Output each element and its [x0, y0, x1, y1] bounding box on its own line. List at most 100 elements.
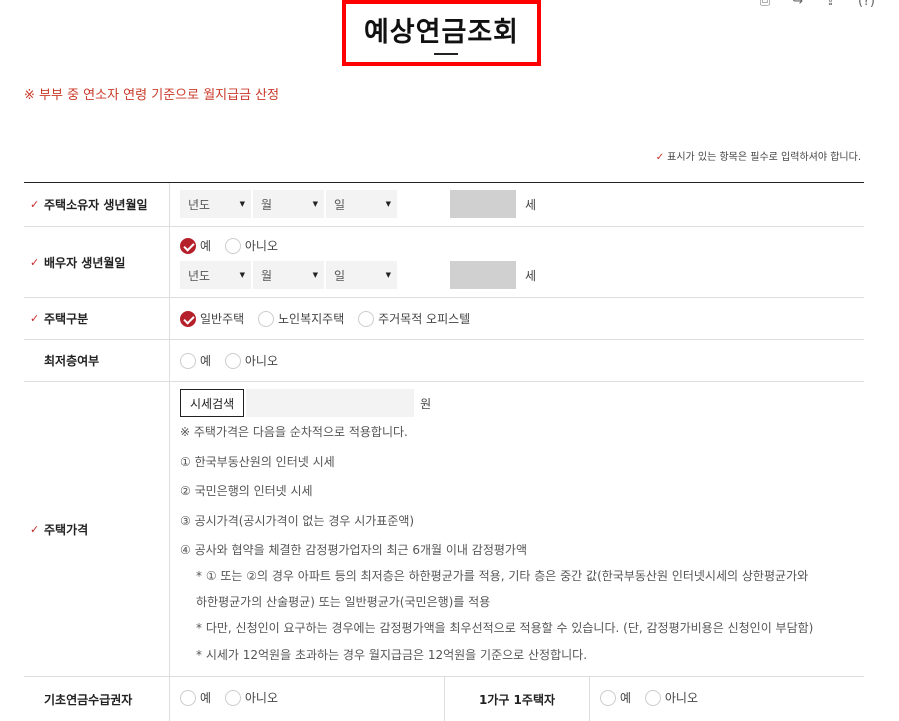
required-check-icon: ✓ [30, 198, 40, 211]
spouse-yes-label: 예 [200, 239, 212, 253]
price-intro: ※ 주택가격은 다음을 순차적으로 적용합니다. [180, 425, 408, 439]
row-spouse-birth: ✓ 배우자 생년월일 예 아니오 년도 ▼ 월 ▼ 일 ▼ 세 [24, 227, 864, 298]
check-mark-icon: ✓ [655, 152, 665, 163]
required-note: ✓ 표시가 있는 항목은 필수로 입력하셔야 합니다. [656, 148, 861, 163]
house-price-label: ✓ 주택가격 [24, 382, 170, 676]
row-lowest-floor: 최저층여부 예 아니오 [24, 340, 864, 382]
basic-pension-yes-radio[interactable]: 예 [180, 689, 211, 706]
radio-checked-icon [180, 237, 196, 254]
radio-empty-icon [600, 689, 616, 706]
price-note-1-cont: 하한평균가의 산술평균) 또는 일반평균가(국민은행)를 적용 [196, 595, 491, 609]
radio-empty-icon [258, 310, 274, 327]
row-house-price: ✓ 주택가격 시세검색 원 ※ 주택가격은 다음을 순차적으로 적용합니다. ① … [24, 382, 864, 677]
spouse-yes-radio[interactable]: 예 [180, 237, 211, 254]
house-type-general-radio[interactable]: 일반주택 [180, 310, 244, 327]
spouse-year-select[interactable]: 년도 ▼ [180, 261, 251, 289]
triangle-down-icon: ▼ [312, 271, 318, 279]
basic-pension-label: 기초연금수급권자 [24, 677, 170, 721]
price-search-button[interactable]: 시세검색 [180, 389, 245, 417]
lowest-floor-value: 예 아니오 [170, 340, 864, 381]
row-pension-single-house: 기초연금수급권자 예 아니오 1가구 1주택자 예 아니오 [24, 677, 864, 721]
radio-checked-icon [180, 310, 196, 327]
price-item-4: ④ 공사와 협약을 체결한 감정평가업자의 최근 6개월 이내 감정평가액 [180, 543, 527, 557]
house-price-label-text: 주택가격 [44, 522, 89, 537]
spouse-birth-value: 예 아니오 년도 ▼ 월 ▼ 일 ▼ 세 [170, 227, 864, 297]
single-house-yes-radio[interactable]: 예 [600, 689, 631, 706]
owner-day-select[interactable]: 일 ▼ [326, 190, 397, 218]
spouse-day-select[interactable]: 일 ▼ [326, 261, 397, 289]
price-item-3: ③ 공시가격(공시가격이 없는 경우 시가표준액) [180, 514, 415, 528]
triangle-down-icon: ▼ [239, 200, 245, 208]
price-note-1: * ① 또는 ②의 경우 아파트 등의 최저층은 하한평균가를 적용, 기타 층… [196, 569, 809, 583]
owner-birth-value: 년도 ▼ 월 ▼ 일 ▼ 세 [170, 183, 864, 226]
house-type-label: ✓ 주택구분 [24, 298, 170, 339]
owner-year-value: 년도 [188, 197, 211, 212]
house-type-value: 일반주택 노인복지주택 주거목적 오피스텔 [170, 298, 864, 339]
spouse-month-value: 월 [261, 268, 273, 283]
required-check-icon: ✓ [30, 522, 40, 536]
title-highlight-box: 예상연금조회 [342, 0, 541, 66]
notice-text: ※ 부부 중 연소자 연령 기준으로 월지급금 산정 [24, 88, 280, 103]
spouse-no-label: 아니오 [244, 239, 278, 253]
single-house-label: 1가구 1주택자 [445, 677, 590, 721]
pension-form: ✓ 주택소유자 생년월일 년도 ▼ 월 ▼ 일 ▼ 세 ✓ 배우자 생년월일 예 아니오 … [24, 182, 864, 721]
owner-birth-label: ✓ 주택소유자 생년월일 [24, 183, 170, 226]
price-note-2: * 다만, 신청인이 요구하는 경우에는 감정평가액을 최우선적으로 적용할 수… [196, 621, 814, 635]
owner-age-unit: 세 [525, 198, 537, 212]
basic-pension-yes-label: 예 [200, 691, 212, 705]
basic-pension-label-text: 기초연금수급권자 [44, 692, 133, 707]
house-type-senior-radio[interactable]: 노인복지주택 [258, 310, 344, 327]
lowest-floor-no-label: 아니오 [244, 354, 278, 368]
required-check-icon: ✓ [30, 255, 40, 269]
spouse-birth-label: ✓ 배우자 생년월일 [24, 227, 170, 297]
row-house-type: ✓ 주택구분 일반주택 노인복지주택 주거목적 오피스텔 [24, 298, 864, 340]
owner-year-select[interactable]: 년도 ▼ [180, 190, 251, 218]
radio-empty-icon [180, 689, 196, 706]
single-house-no-label: 아니오 [664, 691, 698, 705]
lowest-floor-label-text: 최저층여부 [44, 354, 100, 368]
house-type-officetel-radio[interactable]: 주거목적 오피스텔 [358, 310, 470, 327]
spouse-age-unit: 세 [525, 269, 537, 283]
house-type-senior-label: 노인복지주택 [278, 312, 345, 326]
owner-age-box [450, 190, 516, 218]
radio-empty-icon [644, 689, 661, 706]
price-item-1: ① 한국부동산원의 인터넷 시세 [180, 455, 335, 469]
help-icon[interactable]: (?) [858, 0, 875, 9]
export-icon[interactable]: ⇪ [825, 0, 836, 9]
spouse-year-value: 년도 [188, 268, 211, 283]
radio-empty-icon [180, 352, 196, 369]
single-house-no-radio[interactable]: 아니오 [644, 689, 698, 706]
print-icon[interactable]: ⎙ [760, 0, 770, 9]
house-price-input[interactable] [246, 389, 415, 417]
owner-birth-label-text: 주택소유자 생년월일 [44, 198, 148, 212]
price-item-2: ② 국민은행의 인터넷 시세 [180, 484, 313, 498]
required-check-icon: ✓ [30, 312, 40, 325]
lowest-floor-label: 최저층여부 [24, 340, 170, 381]
house-price-value: 시세검색 원 ※ 주택가격은 다음을 순차적으로 적용합니다. ① 한국부동산원의… [170, 382, 864, 676]
basic-pension-no-radio[interactable]: 아니오 [224, 689, 278, 706]
single-house-yes-label: 예 [620, 691, 632, 705]
required-note-text: 표시가 있는 항목은 필수로 입력하셔야 합니다. [667, 152, 861, 163]
spouse-age-box [450, 261, 516, 289]
owner-day-value: 일 [334, 197, 346, 212]
basic-pension-no-label: 아니오 [244, 691, 278, 705]
radio-empty-icon [358, 310, 375, 327]
radio-empty-icon [224, 689, 241, 706]
owner-month-select[interactable]: 월 ▼ [253, 190, 324, 218]
triangle-down-icon: ▼ [385, 200, 391, 208]
lowest-floor-yes-radio[interactable]: 예 [180, 352, 211, 369]
house-type-general-label: 일반주택 [200, 312, 245, 326]
title-underline [434, 53, 458, 55]
spouse-day-value: 일 [334, 268, 346, 283]
spouse-no-radio[interactable]: 아니오 [224, 237, 278, 254]
single-house-label-text: 1가구 1주택자 [478, 692, 556, 707]
lowest-floor-yes-label: 예 [200, 354, 212, 368]
spouse-month-select[interactable]: 월 ▼ [253, 261, 324, 289]
toolbar-icons: ⎙ ↪ ⇪ (?) [760, 0, 875, 9]
house-type-officetel-label: 주거목적 오피스텔 [378, 312, 471, 326]
triangle-down-icon: ▼ [239, 271, 245, 279]
radio-empty-icon [224, 237, 241, 254]
owner-month-value: 월 [261, 197, 273, 212]
lowest-floor-no-radio[interactable]: 아니오 [224, 352, 278, 369]
share-icon[interactable]: ↪ [792, 0, 803, 9]
